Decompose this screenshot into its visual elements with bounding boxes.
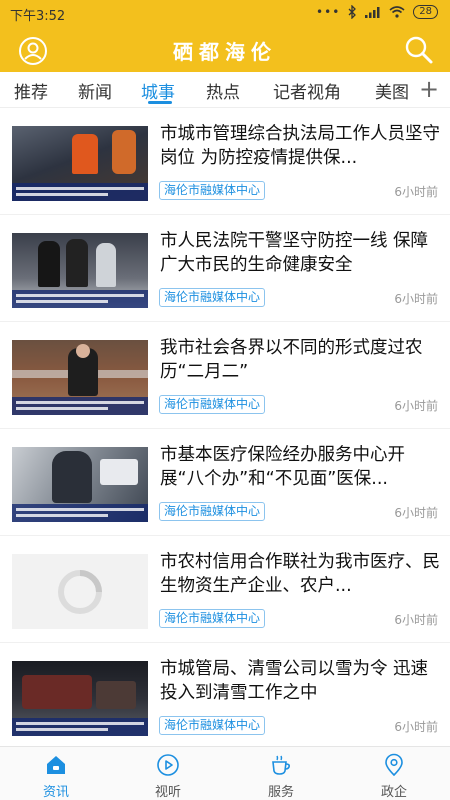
publish-time: 6小时前 — [394, 292, 438, 306]
tab-city[interactable]: 城事 — [141, 78, 175, 103]
list-item[interactable]: 市城市管理综合执法局工作人员坚守岗位 为防控疫情提供保... 海伦市融媒体中心 … — [0, 108, 450, 215]
image-placeholder — [12, 554, 148, 629]
news-thumbnail — [12, 661, 148, 736]
status-bar: 下午3:52 ••• 28 — [0, 0, 450, 28]
nav-label: 资讯 — [42, 785, 69, 800]
news-title: 我市社会各界以不同的形式度过农历“二月二” — [160, 338, 423, 382]
more-dots-icon: ••• — [316, 5, 341, 19]
source-tag: 海伦市融媒体中心 — [159, 502, 266, 521]
list-item[interactable]: 市人民法院干警坚守防控一线 保障广大市民的生命健康安全 海伦市融媒体中心 6小时… — [0, 215, 450, 322]
publish-time: 6小时前 — [394, 613, 438, 627]
app-title: 硒都海伦 — [173, 40, 277, 64]
nav-gov[interactable]: 政企 — [338, 747, 450, 800]
news-title: 市城市管理综合执法局工作人员坚守岗位 为防控疫情提供保... — [160, 124, 440, 168]
status-time: 下午3:52 — [10, 9, 66, 24]
source-tag: 海伦市融媒体中心 — [159, 288, 266, 307]
signal-icon — [365, 7, 380, 18]
source-tag: 海伦市融媒体中心 — [159, 716, 266, 735]
category-tabs: 推荐 新闻 城事 热点 记者视角 美图 + — [0, 72, 450, 108]
news-title: 市人民法院干警坚守防控一线 保障广大市民的生命健康安全 — [160, 231, 429, 275]
bottom-nav: 资讯 视听 服务 政企 — [0, 746, 450, 800]
tab-hot[interactable]: 热点 — [206, 78, 240, 103]
publish-time: 6小时前 — [394, 720, 438, 734]
tab-gallery[interactable]: 美图 — [375, 78, 409, 103]
news-thumbnail — [12, 340, 148, 415]
list-item[interactable]: 市基本医疗保险经办服务中心开展“八个办”和“不见面”医保... 海伦市融媒体中心… — [0, 429, 450, 536]
list-item[interactable]: 市农村信用合作联社为我市医疗、民生物资生产企业、农户... 海伦市融媒体中心 6… — [0, 536, 450, 643]
home-icon — [47, 756, 65, 774]
news-title: 市农村信用合作联社为我市医疗、民生物资生产企业、农户... — [160, 552, 440, 596]
list-item[interactable]: 我市社会各界以不同的形式度过农历“二月二” 海伦市融媒体中心 6小时前 — [0, 322, 450, 429]
battery-icon: 28 — [413, 5, 438, 19]
cup-icon — [272, 755, 290, 775]
news-thumbnail — [12, 447, 148, 522]
source-tag: 海伦市融媒体中心 — [159, 181, 266, 200]
news-thumbnail — [12, 126, 148, 201]
source-tag: 海伦市融媒体中心 — [159, 609, 266, 628]
news-title: 市城管局、清雪公司以雪为令 迅速投入到清雪工作之中 — [160, 659, 429, 703]
tab-news[interactable]: 新闻 — [78, 78, 112, 103]
search-icon[interactable] — [404, 35, 434, 69]
nav-label: 政企 — [380, 785, 407, 800]
source-tag: 海伦市融媒体中心 — [159, 395, 266, 414]
publish-time: 6小时前 — [394, 185, 438, 199]
play-icon — [157, 754, 179, 776]
status-icons: ••• 28 — [316, 5, 438, 19]
tab-reporter-view[interactable]: 记者视角 — [273, 78, 341, 103]
list-item[interactable]: 市城管局、清雪公司以雪为令 迅速投入到清雪工作之中 海伦市融媒体中心 6小时前 — [0, 643, 450, 750]
nav-label: 服务 — [267, 785, 294, 800]
publish-time: 6小时前 — [394, 506, 438, 520]
app-header: 硒都海伦 — [0, 28, 450, 72]
nav-video[interactable]: 视听 — [112, 747, 224, 800]
tab-recommend[interactable]: 推荐 — [14, 78, 48, 103]
nav-label: 视听 — [154, 785, 181, 800]
nav-service[interactable]: 服务 — [225, 747, 337, 800]
nav-news[interactable]: 资讯 — [0, 747, 112, 800]
news-title: 市基本医疗保险经办服务中心开展“八个办”和“不见面”医保... — [160, 445, 405, 489]
publish-time: 6小时前 — [394, 399, 438, 413]
news-list: 市城市管理综合执法局工作人员坚守岗位 为防控疫情提供保... 海伦市融媒体中心 … — [0, 108, 450, 750]
add-tab-icon[interactable]: + — [414, 74, 444, 104]
wifi-icon — [389, 6, 405, 18]
news-thumbnail — [12, 233, 148, 308]
tab-active-indicator — [148, 101, 172, 104]
location-icon — [385, 753, 403, 777]
bluetooth-icon — [348, 5, 357, 19]
